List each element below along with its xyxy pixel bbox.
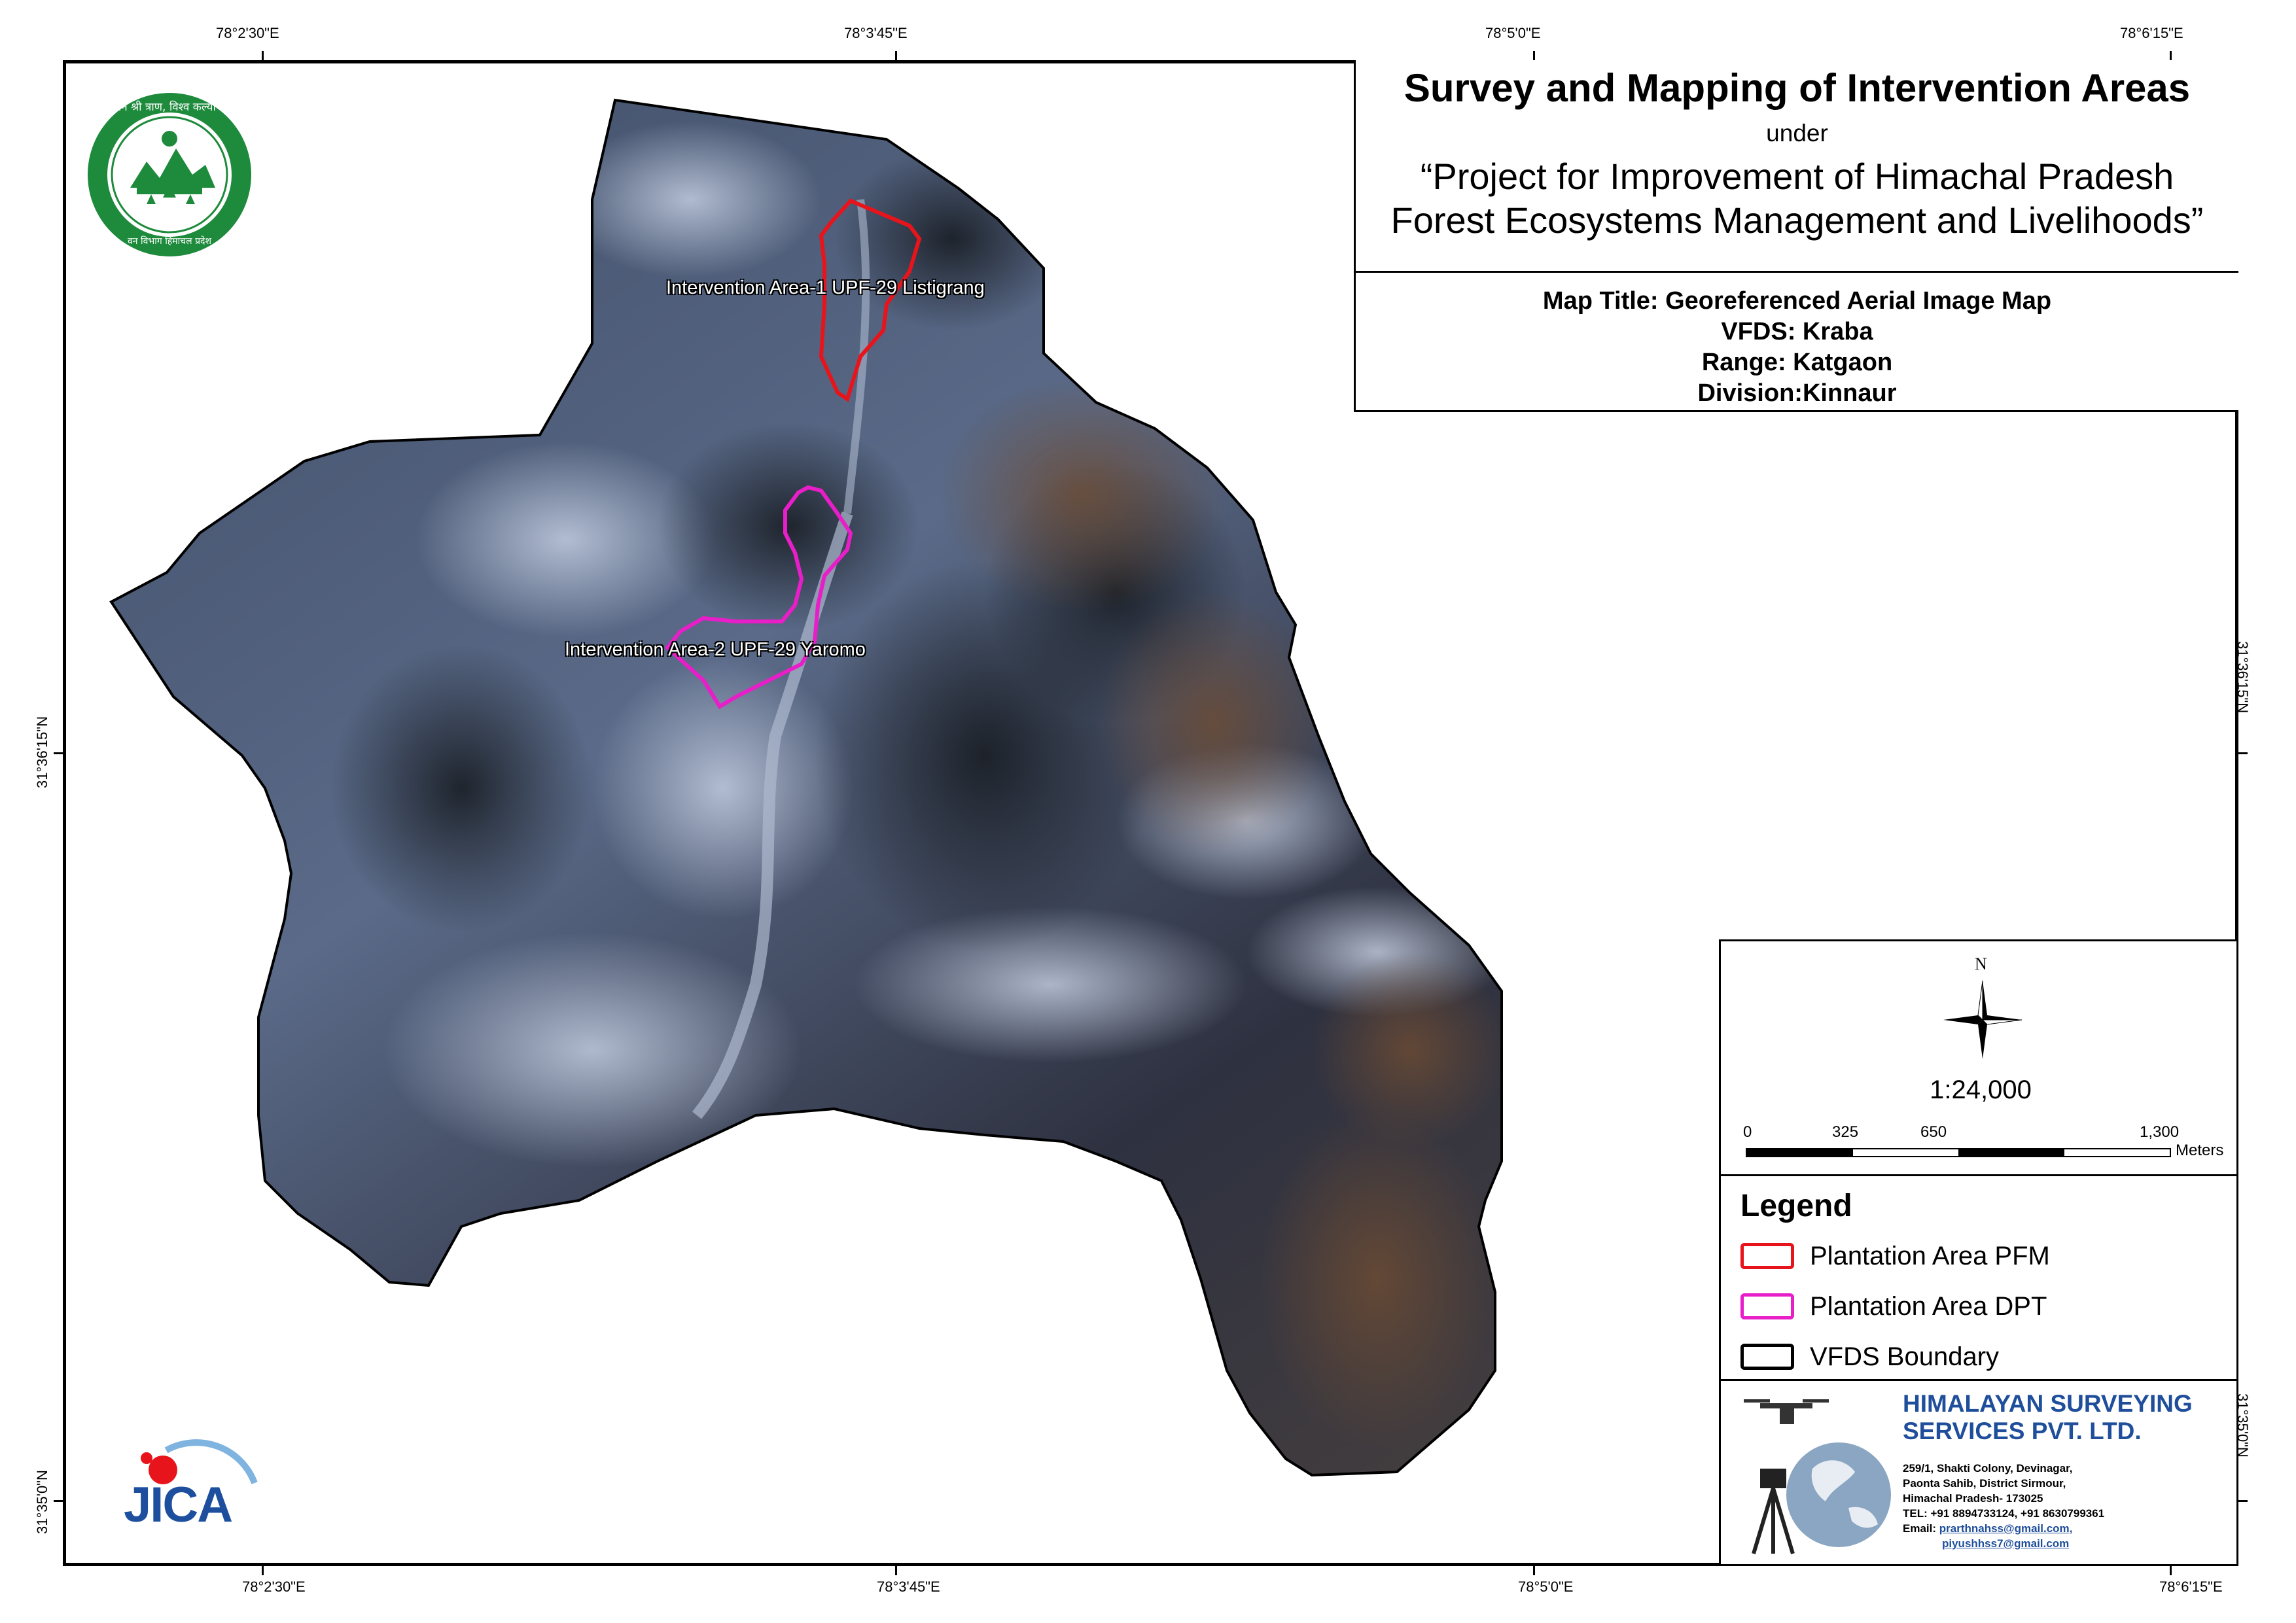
forest-logo-text-top: वन श्री त्राण, विश्व कल्याण (115, 101, 224, 114)
scale-tick-650: 650 (1920, 1123, 1947, 1141)
company-address-1: 259/1, Shakti Colony, Devinagar, (1903, 1462, 2073, 1475)
under-text: under (1766, 120, 1828, 147)
company-address-2: Paonta Sahib, District Sirmour, (1903, 1477, 2066, 1490)
range-name: Range: Katgaon (1701, 349, 1893, 376)
scale-ratio: 1:24,000 (1930, 1075, 2032, 1104)
project-line-1: “Project for Improvement of Himachal Pra… (1420, 156, 2174, 197)
legend-swatch-vfds (1740, 1344, 1794, 1370)
legend-swatch-dpt (1740, 1293, 1794, 1319)
company-tel: TEL: +91 8894733124, +91 8630799361 (1903, 1507, 2105, 1520)
coord-top-2: 78°3'45"E (844, 25, 908, 41)
north-arrow-icon (1943, 981, 2022, 1059)
legend-label-pfm: Plantation Area PFM (1810, 1241, 2050, 1270)
company-address-3: Himachal Pradesh- 173025 (1903, 1492, 2043, 1505)
vfds-name: VFDS: Kraba (1721, 318, 1873, 345)
jica-logo: JICA (104, 1424, 261, 1542)
map-label-area1: Intervention Area-1 UPF-29 Listigrang (666, 277, 985, 298)
coord-bottom-2: 78°3'45"E (877, 1579, 940, 1595)
map-label-area2: Intervention Area-2 UPF-29 Yaromo (565, 639, 866, 660)
company-email-label: Email: (1903, 1522, 1937, 1535)
map-info-block: Map Title: Georeferenced Aerial Image Ma… (1354, 273, 2238, 412)
drone-survey-icon (1744, 1399, 1891, 1554)
company-email-2[interactable]: piyushhss7@gmail.com (1942, 1537, 2069, 1550)
scale-panel: N 1:24,000 0 325 650 1,300 Meters (1719, 939, 2238, 1176)
north-label: N (1975, 954, 1987, 973)
coord-left-1: 31°36'15"N (34, 716, 50, 788)
jica-wordmark: JICA (124, 1477, 233, 1533)
forest-logo-text-bottom: वन विभाग हिमाचल प्रदेश (127, 236, 212, 247)
scale-tick-325: 325 (1832, 1123, 1859, 1141)
coord-top-4: 78°6'15"E (2120, 25, 2183, 41)
main-title: Survey and Mapping of Intervention Areas (1404, 66, 2191, 110)
scale-bar (1746, 1148, 2171, 1157)
company-email-1[interactable]: prarthnahss@gmail.com, (1939, 1522, 2073, 1535)
legend-label-vfds: VFDS Boundary (1810, 1342, 2000, 1371)
forest-department-logo: वन श्री त्राण, विश्व कल्याण वन विभाग हिम… (84, 90, 255, 260)
company-name-line2: SERVICES PVT. LTD. (1903, 1418, 2142, 1444)
company-email-row: Email: prarthnahss@gmail.com, (1903, 1522, 2072, 1535)
coord-bottom-4: 78°6'15"E (2159, 1579, 2223, 1595)
legend-label-dpt: Plantation Area DPT (1810, 1291, 2047, 1321)
coord-left-2: 31°35'0"N (34, 1470, 50, 1534)
project-line-2: Forest Ecosystems Management and Livelih… (1390, 200, 2204, 241)
legend-item-dpt: Plantation Area DPT (1740, 1290, 2047, 1323)
legend-heading: Legend (1740, 1189, 1852, 1223)
company-panel: HIMALAYAN SURVEYING SERVICES PVT. LTD. 2… (1719, 1379, 2238, 1566)
division-name: Division:Kinnaur (1697, 379, 1897, 407)
legend-swatch-pfm (1740, 1243, 1794, 1269)
coord-bottom-3: 78°5'0"E (1518, 1579, 1574, 1595)
title-block: Survey and Mapping of Intervention Areas… (1354, 60, 2238, 273)
legend-panel: Legend Plantation Area PFM Plantation Ar… (1719, 1174, 2238, 1381)
company-name-line1: HIMALAYAN SURVEYING (1903, 1390, 2193, 1417)
map-title: Map Title: Georeferenced Aerial Image Ma… (1542, 287, 2052, 315)
scale-unit: Meters (2176, 1142, 2224, 1159)
coord-bottom-1: 78°2'30"E (242, 1579, 306, 1595)
legend-item-pfm: Plantation Area PFM (1740, 1240, 2050, 1272)
scale-tick-0: 0 (1743, 1123, 1752, 1141)
coord-top-3: 78°5'0"E (1485, 25, 1541, 41)
scale-tick-1300: 1,300 (2140, 1123, 2180, 1141)
legend-item-vfds: VFDS Boundary (1740, 1340, 1999, 1373)
coord-top-1: 78°2'30"E (216, 25, 279, 41)
